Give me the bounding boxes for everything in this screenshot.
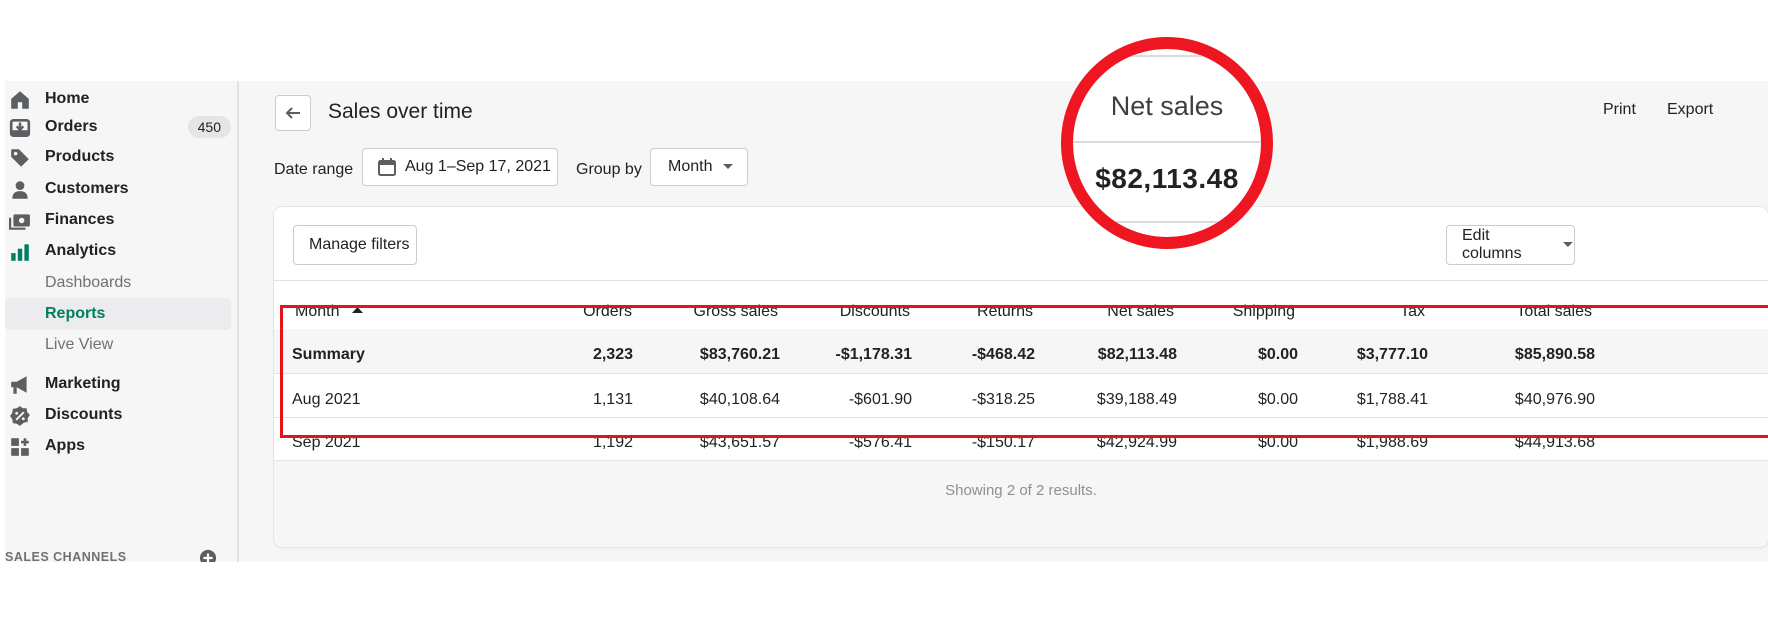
arrow-left-icon bbox=[285, 107, 300, 119]
table-cell: $83,760.21 bbox=[699, 346, 780, 363]
finances-icon bbox=[9, 214, 30, 230]
home-icon bbox=[11, 91, 29, 109]
table-cell: -$318.25 bbox=[971, 391, 1035, 408]
sidebar: Home Orders 450 Products Customers Finan… bbox=[5, 81, 239, 562]
net-sales-zoom-callout: Net sales $82,113.48 bbox=[1061, 37, 1273, 249]
sidebar-item-label: Analytics bbox=[45, 242, 117, 259]
sidebar-item-label: Customers bbox=[45, 180, 129, 197]
divider bbox=[274, 417, 1768, 418]
caret-down-icon bbox=[1563, 242, 1574, 247]
sidebar-item-live-view[interactable]: Live View bbox=[5, 329, 231, 361]
table-cell: -$576.41 bbox=[848, 434, 912, 451]
print-button[interactable]: Print bbox=[1603, 101, 1636, 119]
column-header-gross-sales[interactable]: Gross sales bbox=[694, 303, 778, 321]
sidebar-item-label: Marketing bbox=[45, 375, 121, 392]
sidebar-item-label: Discounts bbox=[45, 406, 123, 423]
table-cell: Summary bbox=[292, 346, 365, 363]
divider bbox=[1073, 55, 1261, 57]
table-cell: 2,323 bbox=[592, 346, 633, 363]
table-cell: $0.00 bbox=[1257, 434, 1298, 451]
group-by-value: Month bbox=[668, 158, 713, 175]
table-cell: $42,924.99 bbox=[1096, 434, 1177, 451]
column-header-month[interactable]: Month bbox=[295, 303, 363, 321]
table-cell: $82,113.48 bbox=[1097, 346, 1177, 363]
orders-count-badge: 450 bbox=[187, 116, 231, 138]
table-cell: Aug 2021 bbox=[292, 391, 361, 408]
table-cell: $1,988.69 bbox=[1356, 434, 1428, 451]
app-window: Home Orders 450 Products Customers Finan… bbox=[5, 81, 1768, 562]
table-cell: $43,651.57 bbox=[699, 434, 780, 451]
column-header-shipping[interactable]: Shipping bbox=[1233, 303, 1295, 321]
tag-icon bbox=[11, 149, 29, 167]
results-count: Showing 2 of 2 results. bbox=[945, 482, 1097, 499]
edit-columns-button[interactable]: Edit columns bbox=[1446, 225, 1575, 265]
sidebar-item-apps[interactable]: Apps bbox=[5, 428, 237, 464]
sidebar-item-label: Products bbox=[45, 148, 115, 165]
table-cell: $85,890.58 bbox=[1514, 346, 1595, 363]
discount-icon bbox=[10, 406, 30, 426]
calendar-icon bbox=[378, 158, 396, 176]
apps-icon bbox=[11, 438, 29, 456]
add-sales-channel-icon[interactable] bbox=[199, 549, 217, 562]
table-cell: Sep 2021 bbox=[292, 434, 361, 451]
sidebar-item-label: Finances bbox=[45, 211, 115, 228]
column-header-discounts[interactable]: Discounts bbox=[840, 303, 910, 321]
table-cell: -$601.90 bbox=[848, 391, 912, 408]
date-range-value: Aug 1–Sep 17, 2021 bbox=[405, 158, 551, 175]
table-cell: $3,777.10 bbox=[1356, 346, 1428, 363]
divider bbox=[1073, 141, 1261, 143]
page-title: Sales over time bbox=[328, 100, 473, 123]
report-card: Manage filters Edit columns Month Orders… bbox=[274, 207, 1768, 547]
table-cell: $44,913.68 bbox=[1514, 434, 1595, 451]
bar-chart-icon bbox=[11, 244, 29, 261]
date-range-label: Date range bbox=[274, 161, 354, 178]
divider bbox=[274, 373, 1768, 374]
zoom-heading: Net sales bbox=[1110, 91, 1224, 121]
table-cell: $1,788.41 bbox=[1356, 391, 1428, 408]
back-button[interactable] bbox=[275, 95, 311, 131]
table-cell: -$150.17 bbox=[971, 434, 1035, 451]
column-header-returns[interactable]: Returns bbox=[977, 303, 1033, 321]
sidebar-item-analytics[interactable]: Analytics bbox=[5, 233, 237, 269]
sidebar-item-label: Live View bbox=[45, 336, 114, 353]
column-header-net-sales[interactable]: Net sales bbox=[1107, 303, 1174, 321]
table-cell: $39,188.49 bbox=[1096, 391, 1177, 408]
person-icon bbox=[12, 181, 28, 199]
group-by-label: Group by bbox=[576, 161, 642, 178]
sidebar-item-label: Orders bbox=[45, 118, 98, 135]
table-cell: -$468.42 bbox=[971, 346, 1035, 363]
orders-icon bbox=[9, 118, 31, 138]
table-footer bbox=[274, 460, 1768, 547]
divider bbox=[1073, 221, 1261, 223]
table-cell: $40,976.90 bbox=[1514, 391, 1595, 408]
table-cell: -$1,178.31 bbox=[835, 346, 912, 363]
manage-filters-button[interactable]: Manage filters bbox=[293, 225, 417, 265]
table-cell: 1,131 bbox=[592, 391, 633, 408]
column-header-orders[interactable]: Orders bbox=[583, 303, 632, 321]
zoom-value: $82,113.48 bbox=[1095, 163, 1239, 194]
divider bbox=[274, 280, 1768, 281]
sidebar-item-products[interactable]: Products bbox=[5, 139, 237, 175]
divider bbox=[274, 460, 1768, 461]
sales-channels-heading: SALES CHANNELS bbox=[5, 550, 127, 562]
table-cell: $0.00 bbox=[1257, 391, 1298, 408]
table-cell: $40,108.64 bbox=[699, 391, 780, 408]
sidebar-item-dashboards[interactable]: Dashboards bbox=[5, 267, 231, 299]
table-cell: $0.00 bbox=[1257, 346, 1298, 363]
sidebar-item-label: Home bbox=[45, 90, 90, 107]
edit-columns-label: Edit columns bbox=[1462, 227, 1522, 262]
sidebar-item-label: Dashboards bbox=[45, 274, 132, 291]
date-range-picker[interactable]: Aug 1–Sep 17, 2021 bbox=[362, 148, 558, 186]
export-button[interactable]: Export bbox=[1667, 101, 1713, 119]
caret-down-icon bbox=[723, 164, 734, 169]
sort-ascending-icon bbox=[351, 307, 363, 313]
table-cell: 1,192 bbox=[592, 434, 633, 451]
column-header-tax[interactable]: Tax bbox=[1400, 303, 1425, 321]
sidebar-item-label: Apps bbox=[45, 437, 85, 454]
megaphone-icon bbox=[11, 376, 27, 394]
group-by-select[interactable]: Month bbox=[650, 148, 748, 186]
sidebar-item-label: Reports bbox=[45, 305, 106, 322]
column-header-total-sales[interactable]: Total sales bbox=[1516, 303, 1592, 321]
sidebar-item-reports[interactable]: Reports bbox=[5, 298, 231, 330]
